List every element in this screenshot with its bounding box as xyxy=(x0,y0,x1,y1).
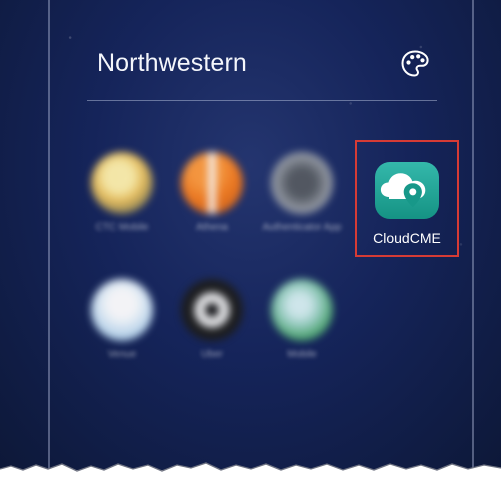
page-divider-left xyxy=(48,0,50,470)
app-label: Mobile xyxy=(287,349,317,360)
blurred-app-2[interactable]: Athena xyxy=(167,152,257,234)
blurred-app-6[interactable]: Mobile xyxy=(257,279,347,361)
cloudcme-icon xyxy=(374,161,440,220)
blurred-app-4[interactable]: Venue xyxy=(77,279,167,361)
palette-icon[interactable] xyxy=(398,47,432,81)
page-divider-right xyxy=(472,0,474,470)
cloudcme-app[interactable]: CloudCME xyxy=(355,140,459,257)
app-label: Athena xyxy=(196,222,228,233)
blurred-app-5[interactable]: Uber xyxy=(167,279,257,361)
folder-divider xyxy=(87,100,437,101)
app-label: Authenticator App xyxy=(262,222,342,233)
home-screen: Northwestern CTC Mobile Athena Authentic… xyxy=(0,0,501,470)
app-label: CTC Mobile xyxy=(95,222,149,233)
blurred-app-1[interactable]: CTC Mobile xyxy=(77,152,167,234)
blurred-pin-app-icon xyxy=(91,279,153,341)
blurred-sun-app-icon xyxy=(91,152,153,214)
app-label: Venue xyxy=(107,349,137,360)
blurred-phone-app-icon xyxy=(271,279,333,341)
app-folder: Northwestern CTC Mobile Athena Authentic… xyxy=(52,0,470,470)
blurred-gray-app-icon xyxy=(271,152,333,214)
blurred-uber-app-icon xyxy=(181,279,243,341)
blurred-basketball-app-icon xyxy=(181,152,243,214)
folder-title[interactable]: Northwestern xyxy=(97,49,247,78)
app-label: CloudCME xyxy=(373,230,441,246)
app-label: Uber xyxy=(201,349,223,360)
blurred-app-3[interactable]: Authenticator App xyxy=(257,152,347,234)
